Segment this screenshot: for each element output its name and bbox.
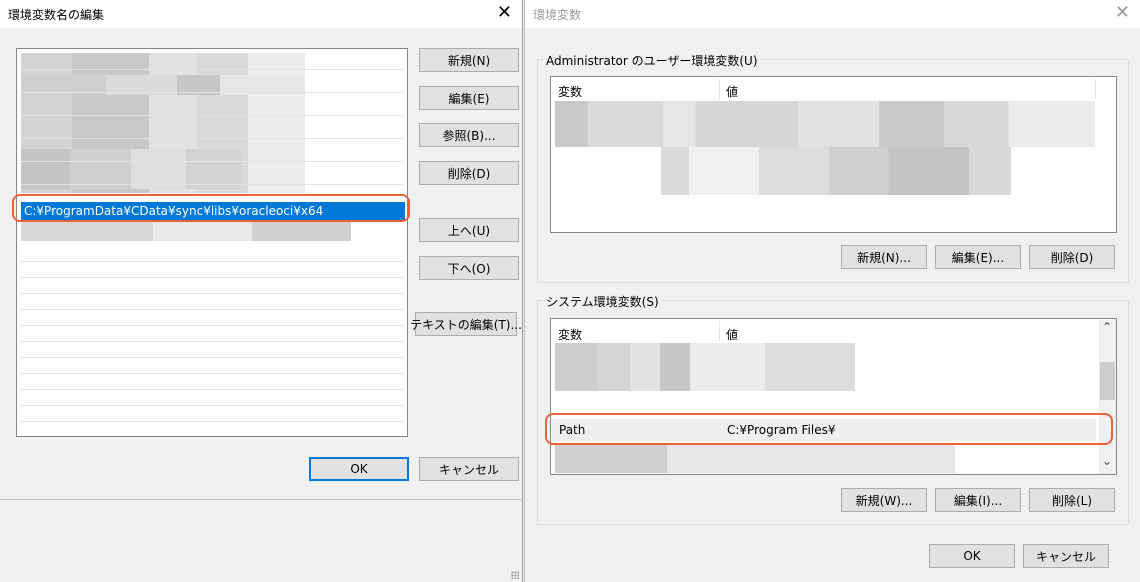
blurred-user-vars — [555, 101, 1095, 147]
scroll-up-icon[interactable]: ⌃ — [1102, 320, 1112, 334]
dialog-title: 環境変数 — [533, 8, 582, 22]
user-vars-list[interactable]: 変数 値 — [550, 76, 1117, 233]
scroll-thumb[interactable] — [1100, 362, 1115, 400]
column-divider[interactable] — [719, 321, 720, 341]
environment-variables-dialog: 環境変数 ✕ Administrator のユーザー環境変数(U) 変数 値 新… — [524, 0, 1140, 582]
title-bar: 環境変数 ✕ — [525, 0, 1140, 28]
user-delete-button[interactable]: 削除(D) — [1029, 245, 1115, 269]
move-up-button[interactable]: 上へ(U) — [419, 218, 519, 242]
ok-button[interactable]: OK — [929, 544, 1015, 568]
edit-env-var-dialog: 環境変数名の編集 ✕ C:¥ProgramData¥CData¥sync¥lib… — [0, 0, 523, 582]
system-vars-list[interactable]: 変数 値 Path C:¥Program Files¥ ⌃ ⌄ — [550, 318, 1117, 475]
system-edit-button[interactable]: 編集(I)... — [935, 488, 1021, 512]
system-vars-scrollbar[interactable]: ⌃ ⌄ — [1099, 320, 1116, 474]
list-row-line — [21, 389, 403, 390]
list-row-line — [21, 115, 403, 116]
col-header-variable[interactable]: 変数 — [558, 83, 582, 100]
list-row-line — [21, 357, 403, 358]
browse-button[interactable]: 参照(B)... — [419, 123, 519, 147]
resize-grip-icon[interactable] — [511, 571, 519, 579]
col-header-value[interactable]: 値 — [726, 83, 738, 100]
edit-button[interactable]: 編集(E) — [419, 86, 519, 110]
blurred-system-vars — [555, 343, 855, 391]
list-row-line — [21, 405, 403, 406]
scroll-down-icon[interactable]: ⌄ — [1102, 454, 1112, 468]
blurred-system-vars-2 — [555, 443, 955, 473]
system-delete-button[interactable]: 削除(L) — [1029, 488, 1115, 512]
column-divider[interactable] — [719, 79, 720, 99]
list-row-line — [21, 373, 403, 374]
move-down-button[interactable]: 下へ(O) — [419, 256, 519, 280]
path-row-highlight — [545, 413, 1113, 445]
list-row-line — [21, 138, 403, 139]
title-bar: 環境変数名の編集 ✕ — [0, 0, 522, 28]
edit-text-button[interactable]: テキストの編集(T)... — [410, 312, 522, 336]
list-row-line — [21, 325, 403, 326]
cancel-button[interactable]: キャンセル — [1023, 544, 1109, 568]
close-icon[interactable]: ✕ — [497, 2, 512, 24]
dialog-title: 環境変数名の編集 — [8, 8, 105, 22]
user-edit-button[interactable]: 編集(E)... — [935, 245, 1021, 269]
blurred-entries-3 — [21, 149, 241, 189]
new-button[interactable]: 新規(N) — [419, 48, 519, 72]
list-row-line — [21, 92, 403, 93]
col-header-variable[interactable]: 変数 — [558, 326, 582, 343]
close-icon[interactable]: ✕ — [1115, 2, 1130, 24]
column-divider[interactable] — [1095, 79, 1096, 99]
list-row-line — [21, 421, 403, 422]
list-row-line — [21, 293, 403, 294]
list-row-line — [21, 277, 403, 278]
col-header-value[interactable]: 値 — [726, 326, 738, 343]
system-vars-group-label: システム環境変数(S) — [543, 293, 662, 310]
user-vars-group-label: Administrator のユーザー環境変数(U) — [543, 52, 761, 69]
selected-entry-highlight — [12, 194, 410, 222]
list-row-line — [21, 161, 403, 162]
list-row-line — [21, 341, 403, 342]
ok-button[interactable]: OK — [309, 457, 409, 481]
cancel-button[interactable]: キャンセル — [419, 457, 519, 481]
list-row-line — [21, 69, 403, 70]
list-row-line — [21, 309, 403, 310]
path-entry-list[interactable]: C:¥ProgramData¥CData¥sync¥libs¥oracleoci… — [16, 48, 408, 437]
blurred-user-vars-2 — [661, 147, 1011, 195]
user-new-button[interactable]: 新規(N)... — [841, 245, 927, 269]
system-new-button[interactable]: 新規(W)... — [841, 488, 927, 512]
delete-button[interactable]: 削除(D) — [419, 161, 519, 185]
dialog-bottom-edge — [0, 499, 522, 500]
list-row-line — [21, 184, 403, 185]
list-row-line — [21, 261, 403, 262]
